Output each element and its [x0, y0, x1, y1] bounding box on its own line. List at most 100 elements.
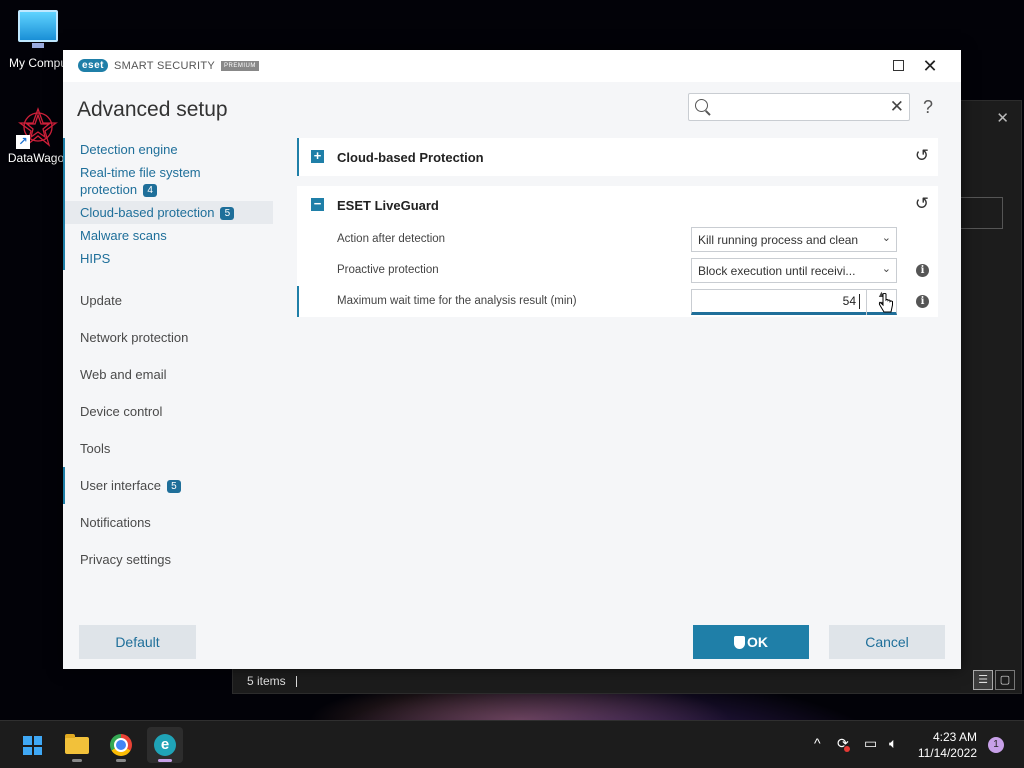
product-name: SMART SECURITY	[114, 59, 215, 72]
count-badge: 5	[220, 207, 235, 220]
clock-time: 4:23 AM	[932, 730, 977, 744]
sidebar-item-device-control[interactable]: Device control	[63, 393, 283, 430]
sidebar-item-network-protection[interactable]: Network protection	[63, 319, 283, 356]
eset-icon: e	[154, 734, 176, 756]
sidebar-item-hips[interactable]: HIPS	[65, 247, 283, 270]
chevron-down-icon: ⌄	[881, 263, 891, 275]
proactive-protection-select[interactable]: Block execution until receivi... ⌄	[691, 258, 897, 283]
sidebar-item-update[interactable]: Update	[63, 282, 283, 319]
chevron-up-icon[interactable]: ^	[814, 735, 821, 751]
taskbar: e ^ ⟳ ▭ 🔈︎ 4:23 AM 11/14/2022 1	[0, 720, 1024, 768]
text-caret	[859, 294, 860, 309]
section-cloud-based-protection: + Cloud-based Protection ↺	[297, 138, 938, 176]
page-title: Advanced setup	[77, 98, 228, 121]
notification-badge[interactable]: 1	[988, 737, 1004, 753]
action-after-detection-select[interactable]: Kill running process and clean ⌄	[691, 227, 897, 252]
taskbar-chrome[interactable]	[103, 727, 139, 763]
clock-date: 11/14/2022	[917, 746, 977, 760]
selected-value: Kill running process and clean	[698, 233, 859, 247]
clear-search-icon[interactable]: ✕	[890, 96, 904, 118]
sidebar-item-label: User interface	[80, 478, 161, 493]
eset-logo: eset	[78, 59, 109, 72]
sidebar-item-label: Tools	[80, 441, 111, 456]
divider	[295, 676, 297, 688]
search-icon	[695, 99, 708, 112]
section-title: ESET LiveGuard	[337, 198, 439, 213]
sidebar-item-label: Device control	[80, 404, 163, 419]
count-badge: 4	[143, 184, 158, 197]
ok-button[interactable]: OK	[693, 625, 809, 659]
count-badge: 5	[166, 480, 181, 493]
sidebar-item-web-and-email[interactable]: Web and email	[63, 356, 283, 393]
title-bar: eset SMART SECURITY PREMIUM ✕	[63, 50, 961, 82]
item-count: 5 items	[247, 674, 286, 688]
volume-icon[interactable]: 🔈︎	[889, 735, 897, 752]
sidebar-item-label: Web and email	[80, 367, 167, 382]
sidebar-item-user-interface[interactable]: User interface 5	[63, 467, 283, 504]
info-icon[interactable]: i	[916, 264, 929, 277]
revert-icon[interactable]: ↺	[914, 147, 930, 164]
sidebar-item-privacy-settings[interactable]: Privacy settings	[63, 541, 283, 578]
sync-icon[interactable]: ⟳	[837, 735, 850, 752]
setting-row-action-after-detection: Action after detection Kill running proc…	[297, 224, 938, 255]
cancel-button[interactable]: Cancel	[829, 625, 945, 659]
sidebar-item-label: Notifications	[80, 515, 151, 530]
sidebar-group-detection-engine: Detection engine Real-time file system p…	[63, 138, 283, 270]
chrome-icon	[110, 734, 132, 756]
close-icon[interactable]: ✕	[996, 109, 1009, 127]
sidebar-item-label: Real-time file system protection	[80, 165, 201, 197]
sidebar-item-cloud-based-protection[interactable]: Cloud-based protection 5	[65, 201, 273, 224]
shortcut-arrow-icon: ↗	[16, 135, 30, 149]
close-button[interactable]: ✕	[915, 54, 945, 78]
eset-window: eset SMART SECURITY PREMIUM ✕ Advanced s…	[63, 50, 961, 669]
tiles-view-icon[interactable]: ▢	[995, 670, 1015, 690]
info-icon[interactable]: i	[916, 295, 929, 308]
sidebar-item-real-time-protection[interactable]: Real-time file system protection 4	[65, 161, 225, 201]
search-input[interactable]	[715, 98, 885, 116]
sidebar-item-malware-scans[interactable]: Malware scans	[65, 224, 283, 247]
revert-icon[interactable]: ↺	[914, 195, 930, 212]
folder-icon	[65, 734, 89, 754]
taskbar-file-explorer[interactable]	[59, 727, 95, 763]
network-icon[interactable]: ▭	[864, 735, 877, 752]
default-button[interactable]: Default	[79, 625, 196, 659]
view-toggle: ☰ ▢	[973, 670, 1015, 690]
sidebar: Detection engine Real-time file system p…	[63, 138, 283, 578]
system-clock[interactable]: 4:23 AM 11/14/2022	[915, 729, 977, 761]
section-header[interactable]: − ESET LiveGuard ↺	[297, 186, 938, 224]
sidebar-item-label: Update	[80, 293, 122, 308]
close-icon: ✕	[922, 56, 938, 76]
sidebar-item-tools[interactable]: Tools	[63, 430, 283, 467]
expand-icon[interactable]: +	[311, 149, 324, 163]
section-eset-liveguard: − ESET LiveGuard ↺ Action after detectio…	[297, 186, 938, 317]
details-view-icon[interactable]: ☰	[973, 670, 993, 690]
active-indicator	[158, 759, 172, 762]
chevron-down-icon: ⌄	[881, 232, 891, 244]
maximum-wait-time-stepper[interactable]: 54 ▲ ▼	[691, 289, 897, 315]
sidebar-item-notifications[interactable]: Notifications	[63, 504, 283, 541]
ok-button-label: OK	[747, 634, 768, 650]
maximize-icon	[892, 60, 904, 72]
setting-label: Action after detection	[337, 233, 446, 245]
setting-label: Maximum wait time for the analysis resul…	[337, 295, 577, 307]
collapse-icon[interactable]: −	[311, 197, 324, 211]
stepper-value: 54	[842, 294, 856, 308]
section-header[interactable]: + Cloud-based Protection ↺	[297, 138, 938, 176]
status-bar: 5 items	[233, 667, 1021, 693]
sidebar-item-label: Malware scans	[80, 228, 167, 243]
edition-badge: PREMIUM	[221, 60, 259, 71]
setting-row-maximum-wait-time: Maximum wait time for the analysis resul…	[297, 286, 938, 317]
taskbar-eset[interactable]: e	[147, 727, 183, 763]
monitor-icon	[18, 10, 58, 48]
shield-icon	[734, 636, 745, 649]
setting-label: Proactive protection	[337, 264, 439, 276]
start-button[interactable]	[14, 727, 50, 763]
sidebar-item-label: Network protection	[80, 330, 189, 345]
hand-cursor-icon	[878, 293, 893, 313]
running-indicator	[72, 759, 82, 762]
help-icon[interactable]: ?	[923, 97, 933, 118]
maximize-button[interactable]	[883, 54, 913, 78]
sidebar-item-detection-engine[interactable]: Detection engine	[65, 138, 283, 161]
setting-row-proactive-protection: Proactive protection Block execution unt…	[297, 255, 938, 286]
sidebar-item-label: Cloud-based protection	[80, 205, 215, 220]
